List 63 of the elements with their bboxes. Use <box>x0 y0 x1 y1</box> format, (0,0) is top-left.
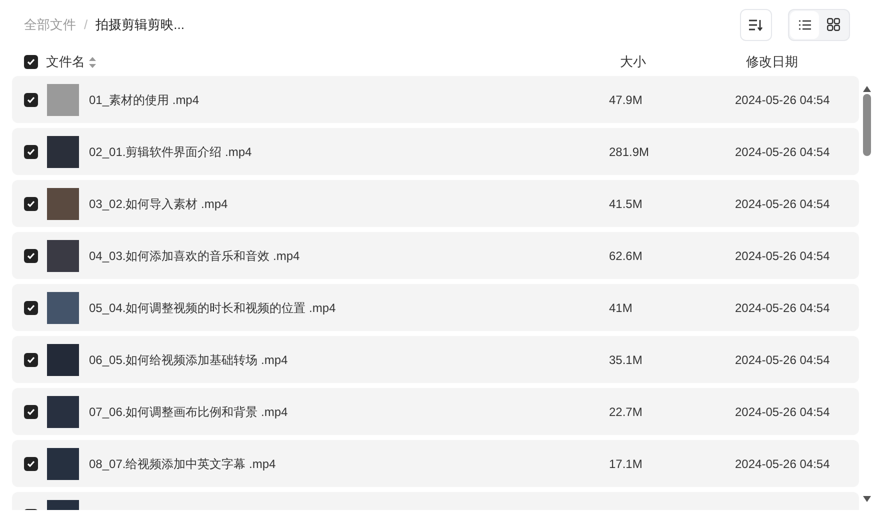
sort-button[interactable] <box>740 8 772 40</box>
checkbox[interactable] <box>24 300 38 314</box>
file-size: 22.7M <box>609 404 644 420</box>
file-row[interactable]: 07_06.如何调整画布比例和背景 .mp4 22.7M 2024-05-26 04:54 <box>12 388 859 435</box>
file-name: 07_06.如何调整画布比例和背景 .mp4 <box>89 404 288 420</box>
column-header[interactable]: 文件名 <box>46 52 85 72</box>
video-thumbnail <box>47 84 79 116</box>
modified-date: 2024-05-26 04:54 <box>735 456 831 472</box>
file-name: 01_素材的使用 .mp4 <box>89 92 200 108</box>
checkbox[interactable] <box>24 456 38 470</box>
file-row[interactable]: 05_04.如何调整视频的时长和视频的位置 .mp4 41M 2024-05-26 04:54 <box>12 284 859 331</box>
checkbox[interactable] <box>24 352 38 366</box>
file-name: 06_05.如何给视频添加基础转场 .mp4 <box>89 352 288 368</box>
file-row[interactable]: 04_03.如何添加喜欢的音乐和音效 .mp4 62.6M 2024-05-26 04:54 <box>12 232 859 279</box>
checkbox[interactable] <box>24 92 38 106</box>
checkbox[interactable] <box>24 55 38 69</box>
modified-date: 2024-05-26 04:54 <box>735 248 831 264</box>
list-icon <box>798 20 810 30</box>
modified-date: 2024-05-26 04:54 <box>735 196 831 212</box>
file-size: 62.6M <box>609 248 644 264</box>
file-size: 17.1M <box>609 456 644 472</box>
checkbox[interactable] <box>24 248 38 262</box>
file-row[interactable]: 08_07.给视频添加中英文字幕 .mp4 17.1M 2024-05-26 04:54 <box>12 440 859 487</box>
breadcrumb-separator: / <box>84 16 88 34</box>
file-size: 41M <box>609 300 634 316</box>
file-row[interactable]: 01_素材的使用 .mp4 47.9M 2024-05-26 04:54 <box>12 76 859 123</box>
file-name: 05_04.如何调整视频的时长和视频的位置 .mp4 <box>89 300 336 316</box>
file-size: 41.5M <box>609 196 644 212</box>
checkbox[interactable] <box>24 144 38 158</box>
scroll-up-icon[interactable] <box>862 86 870 92</box>
file-size: 47.9M <box>609 92 644 108</box>
file-name: 08_07.给视频添加中英文字幕 .mp4 <box>89 456 276 472</box>
column-header: 修改日期 <box>746 53 799 72</box>
breadcrumb-item: 拍摄剪辑剪映... <box>96 16 184 34</box>
column-header: 大小 <box>620 53 647 72</box>
video-thumbnail <box>47 240 79 272</box>
video-thumbnail <box>47 136 79 168</box>
file-row[interactable]: 03_02.如何导入素材 .mp4 41.5M 2024-05-26 04:54 <box>12 180 859 227</box>
file-name: 02_01.剪辑软件界面介绍 .mp4 <box>89 144 252 160</box>
scrollbar-thumb[interactable] <box>862 94 870 156</box>
modified-date: 2024-05-26 04:54 <box>735 300 831 316</box>
modified-date: 2024-05-26 04:54 <box>735 404 831 420</box>
modified-date: 2024-05-26 04:54 <box>735 352 831 368</box>
scroll-down-icon[interactable] <box>862 496 870 502</box>
sort-arrows-icon[interactable] <box>89 56 96 68</box>
file-name: 04_03.如何添加喜欢的音乐和音效 .mp4 <box>89 248 300 264</box>
modified-date: 2024-05-26 04:54 <box>735 92 831 108</box>
file-size: 35.1M <box>609 352 644 368</box>
modified-date: 2024-05-26 04:54 <box>735 144 831 160</box>
video-thumbnail <box>47 292 79 324</box>
video-thumbnail <box>47 344 79 376</box>
file-name: 03_02.如何导入素材 .mp4 <box>89 196 228 212</box>
checkbox[interactable] <box>24 196 38 210</box>
grid-icon <box>827 18 840 31</box>
video-thumbnail <box>47 448 79 480</box>
video-thumbnail <box>47 188 79 220</box>
video-thumbnail <box>47 396 79 428</box>
file-row[interactable]: 06_05.如何给视频添加基础转场 .mp4 35.1M 2024-05-26 04:54 <box>12 336 859 383</box>
sort-icon <box>749 18 763 30</box>
checkbox[interactable] <box>24 404 38 418</box>
list-view-button[interactable] <box>790 10 819 38</box>
file-size: 281.9M <box>609 144 650 160</box>
file-row[interactable]: 02_01.剪辑软件界面介绍 .mp4 281.9M 2024-05-26 04:54 <box>12 128 859 175</box>
